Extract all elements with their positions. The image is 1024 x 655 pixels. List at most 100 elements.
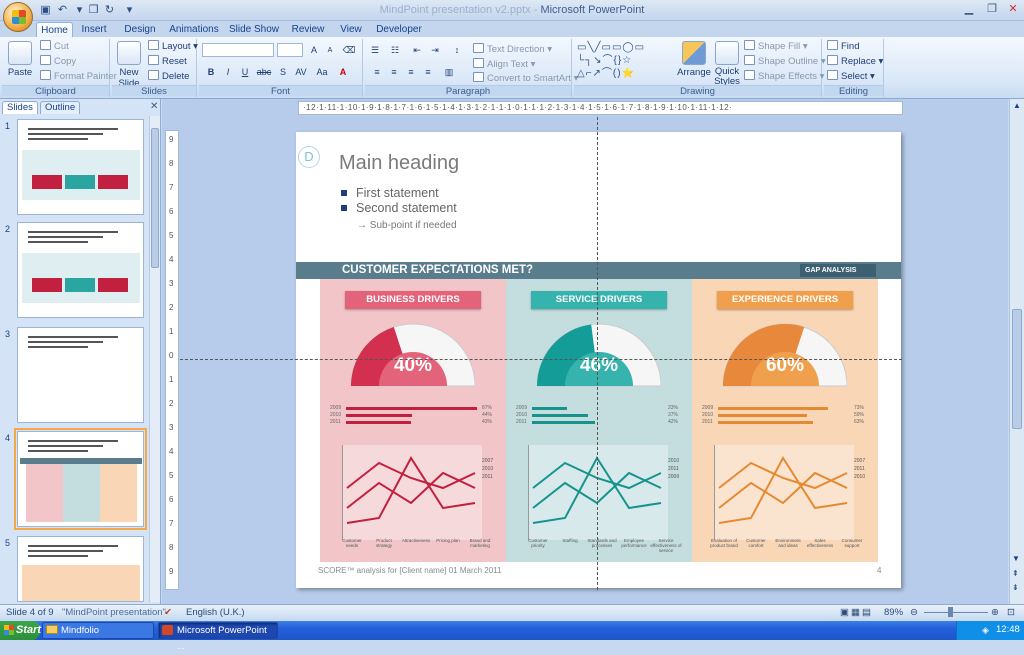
tab-slide-show[interactable]: Slide Show (228, 22, 280, 38)
clear-format-icon[interactable]: ⌫ (341, 43, 357, 57)
reset-button[interactable]: Reset (148, 55, 187, 69)
bullet-text[interactable]: Second statement (356, 201, 457, 215)
font-color-button[interactable]: A (335, 65, 351, 79)
slide-thumbnail[interactable] (17, 222, 144, 318)
shrink-font-button[interactable]: A (322, 43, 338, 57)
copy-button[interactable]: Copy (40, 55, 76, 69)
slides-panel-scrollbar[interactable] (149, 116, 160, 602)
horizontal-ruler[interactable]: ·12·1·11·1·10·1·9·1·8·1·7·1·6·1·5·1·4·1·… (298, 101, 903, 115)
arrange-button[interactable]: Arrange (677, 41, 711, 78)
format-painter-button[interactable]: Format Painter (40, 70, 117, 84)
workspace-scrollbar[interactable]: ▲ ▼ ⇞ ⇟ (1009, 99, 1024, 604)
zoom-level[interactable]: 89% (884, 606, 903, 619)
minimize-button[interactable]: ▁ (958, 2, 980, 18)
driver-title[interactable]: BUSINESS DRIVERS (345, 291, 481, 309)
font-name-field[interactable] (202, 43, 274, 57)
horizontal-guide[interactable] (180, 359, 902, 360)
taskbar-item-folder[interactable]: Mindfolio (42, 622, 154, 639)
customize-qat-icon[interactable]: ▾ (122, 3, 137, 17)
scroll-thumb[interactable] (151, 128, 159, 268)
office-button[interactable] (3, 2, 33, 32)
section-title[interactable]: CUSTOMER EXPECTATIONS MET? (342, 262, 533, 279)
tab-developer[interactable]: Developer (374, 22, 424, 38)
grow-font-button[interactable]: A (306, 43, 322, 57)
undo-dropdown-icon[interactable]: ▾ (72, 3, 87, 17)
driver-title[interactable]: SERVICE DRIVERS (531, 291, 667, 309)
quick-styles-button[interactable]: Quick Styles (712, 41, 742, 87)
decrease-indent-icon[interactable]: ⇤ (409, 43, 425, 57)
zoom-in-icon[interactable]: ⊕ (991, 606, 999, 619)
prev-slide-icon[interactable]: ⇞ (1012, 569, 1019, 578)
delete-button[interactable]: Delete (148, 70, 189, 84)
vertical-guide[interactable] (597, 117, 598, 590)
scroll-down-icon[interactable]: ▼ (1012, 554, 1020, 563)
redo-icon[interactable]: ❐ (86, 3, 101, 17)
taskbar-item-powerpoint[interactable]: Microsoft PowerPoint ... (158, 622, 278, 652)
select-button[interactable]: Select ▾ (827, 70, 875, 84)
slide-thumbnail[interactable] (14, 428, 147, 530)
view-buttons[interactable]: ▣▦▤ (840, 606, 873, 619)
undo-icon[interactable]: ↶ (55, 3, 70, 17)
slide-heading[interactable]: Main heading (339, 152, 459, 175)
tab-review[interactable]: Review (288, 22, 328, 38)
slide-thumbnail[interactable] (17, 119, 144, 215)
close-panel-icon[interactable]: ✕ (150, 101, 158, 112)
sub-point[interactable]: → Sub-point if needed (357, 220, 457, 231)
driver-title[interactable]: EXPERIENCE DRIVERS (717, 291, 853, 309)
char-spacing-button[interactable]: AV (291, 65, 311, 79)
tab-view[interactable]: View (336, 22, 366, 38)
align-text-button[interactable]: Align Text ▾ (473, 58, 535, 72)
bullet-text[interactable]: First statement (356, 186, 439, 200)
replace-button[interactable]: Replace ▾ (827, 55, 883, 69)
shape-fill-button[interactable]: Shape Fill ▾ (744, 40, 808, 54)
text-direction-button[interactable]: Text Direction ▾ (473, 43, 552, 57)
paste-button[interactable]: Paste (4, 41, 36, 78)
zoom-slider-thumb[interactable] (948, 607, 953, 617)
zoom-out-icon[interactable]: ⊖ (910, 606, 918, 619)
underline-button[interactable]: U (237, 65, 253, 79)
tab-insert[interactable]: Insert (77, 22, 111, 38)
slide-thumbnail[interactable] (17, 327, 144, 423)
layout-button[interactable]: Layout ▾ (148, 40, 198, 54)
change-case-button[interactable]: Aa (313, 65, 331, 79)
shape-outline-button[interactable]: Shape Outline ▾ (744, 55, 826, 69)
tab-slides[interactable]: Slides (2, 101, 38, 114)
columns-icon[interactable]: ▥ (441, 65, 457, 79)
new-slide-button[interactable]: New Slide (114, 41, 144, 89)
italic-button[interactable]: I (220, 65, 236, 79)
font-size-field[interactable] (277, 43, 303, 57)
convert-smartart-button[interactable]: Convert to SmartArt ▾ (473, 72, 578, 86)
bold-button[interactable]: B (203, 65, 219, 79)
align-center-icon[interactable]: ≡ (386, 65, 402, 79)
tab-home[interactable]: Home (36, 22, 73, 38)
shape-effects-button[interactable]: Shape Effects ▾ (744, 70, 824, 84)
find-button[interactable]: Find (827, 40, 859, 54)
scroll-thumb[interactable] (1012, 309, 1022, 429)
align-right-icon[interactable]: ≡ (403, 65, 419, 79)
tab-animations[interactable]: Animations (168, 22, 220, 38)
vertical-ruler[interactable]: 9 8 7 6 5 4 3 2 1 0 1 2 3 4 5 6 7 8 9 (165, 130, 179, 590)
align-left-icon[interactable]: ≡ (369, 65, 385, 79)
save-icon[interactable]: ▣ (38, 3, 53, 17)
restore-button[interactable]: ❐ (981, 2, 1003, 18)
bullets-icon[interactable]: ☰ (367, 43, 383, 57)
spellcheck-icon[interactable]: ✔ (164, 606, 172, 619)
numbering-icon[interactable]: ☷ (387, 43, 403, 57)
line-spacing-icon[interactable]: ↕ (449, 43, 465, 57)
tab-design[interactable]: Design (120, 22, 160, 38)
increase-indent-icon[interactable]: ⇥ (427, 43, 443, 57)
tab-outline[interactable]: Outline (40, 101, 81, 114)
tray-icon[interactable]: ◈ (982, 625, 989, 636)
strikethrough-button[interactable]: abc (254, 65, 274, 79)
cut-button[interactable]: Cut (40, 40, 69, 54)
close-window-button[interactable]: ✕ (1002, 2, 1024, 18)
next-slide-icon[interactable]: ⇟ (1012, 583, 1019, 592)
slide-thumbnail[interactable] (17, 536, 144, 602)
fit-window-icon[interactable]: ⊡ (1007, 606, 1015, 619)
zoom-slider[interactable] (924, 612, 988, 613)
shapes-gallery[interactable]: ▭╲╱▭▭◯▭ └┐↘⌒{}☆ △⌐↗⌒()⭐ (577, 41, 673, 81)
language-status[interactable]: English (U.K.) (186, 606, 245, 619)
shadow-button[interactable]: S (275, 65, 291, 79)
refresh-icon[interactable]: ↻ (102, 3, 117, 17)
scroll-up-icon[interactable]: ▲ (1012, 101, 1022, 111)
